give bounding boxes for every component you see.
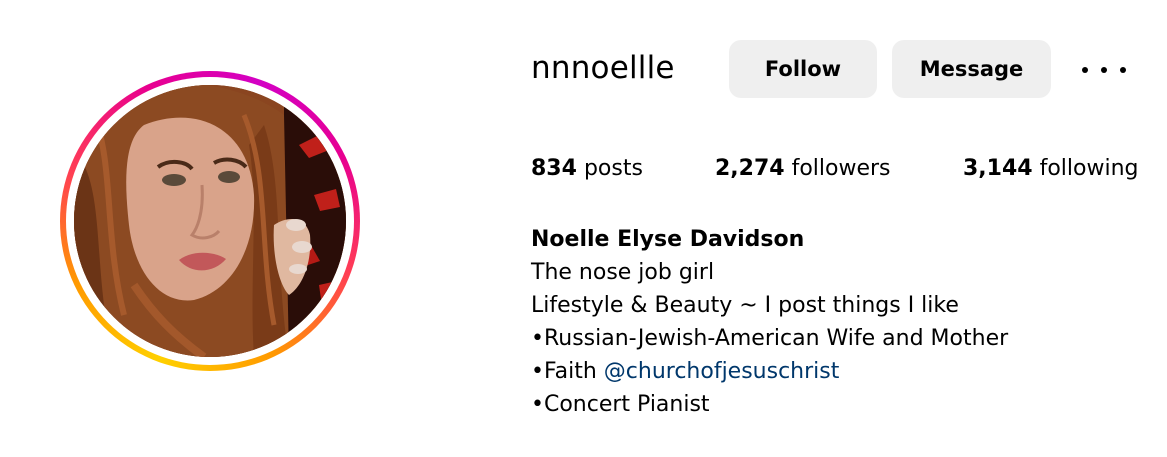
- following-count-value: 3,144: [963, 156, 1033, 181]
- bio-line-faith: •Faith @churchofjesuschrist: [531, 355, 1008, 388]
- followers-count-label: followers: [791, 156, 891, 181]
- posts-count-value: 834: [531, 156, 577, 181]
- avatar-image: [74, 85, 346, 357]
- username: nnnoellle: [531, 50, 675, 86]
- followers-count-value: 2,274: [715, 156, 785, 181]
- dot: [1101, 67, 1107, 73]
- following-count[interactable]: 3,144 following: [963, 156, 1139, 181]
- more-options-icon[interactable]: [1082, 60, 1126, 80]
- mention-link[interactable]: @churchofjesuschrist: [604, 359, 840, 384]
- message-button[interactable]: Message: [892, 40, 1051, 98]
- posts-count: 834 posts: [531, 156, 643, 181]
- followers-count[interactable]: 2,274 followers: [715, 156, 891, 181]
- bio-line-prefix: •Faith: [531, 359, 604, 384]
- story-ring[interactable]: [60, 71, 360, 371]
- follow-button[interactable]: Follow: [729, 40, 877, 98]
- bio: Noelle Elyse Davidson The nose job girl …: [531, 223, 1008, 421]
- avatar[interactable]: [74, 85, 346, 357]
- bio-line: •Russian-Jewish-American Wife and Mother: [531, 326, 1009, 351]
- full-name: Noelle Elyse Davidson: [531, 227, 805, 252]
- dot: [1120, 67, 1126, 73]
- posts-count-label: posts: [583, 156, 643, 181]
- bio-line: Lifestyle & Beauty ~ I post things I lik…: [531, 293, 959, 318]
- following-count-label: following: [1039, 156, 1139, 181]
- dot: [1082, 67, 1088, 73]
- bio-line: •Concert Pianist: [531, 392, 710, 417]
- bio-line: The nose job girl: [531, 260, 715, 285]
